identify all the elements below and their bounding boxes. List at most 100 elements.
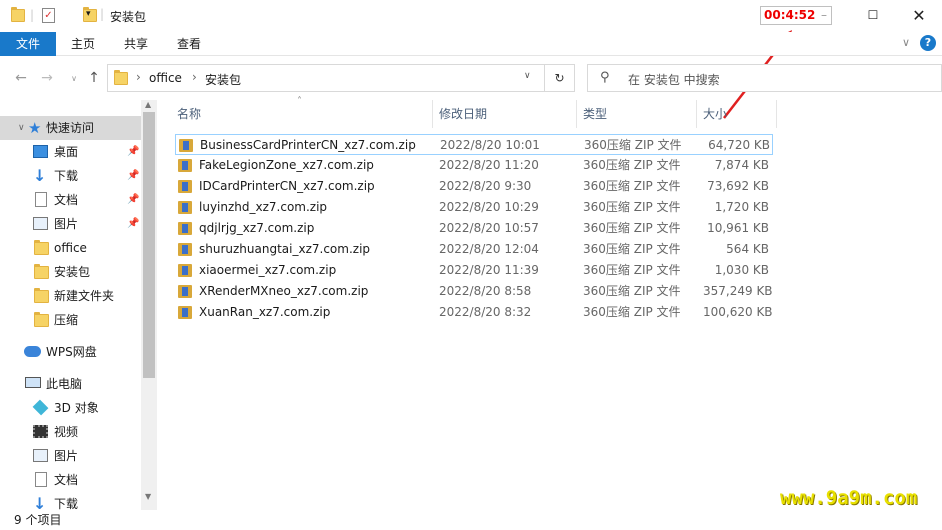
file-date: 2022/8/20 10:57 (439, 221, 539, 235)
cloud-icon (24, 346, 41, 357)
sidebar-item-this-pc[interactable]: 此电脑 (0, 372, 140, 396)
zip-file-icon (178, 264, 192, 277)
table-row[interactable]: XuanRan_xz7.com.zip 2022/8/20 8:32 360压缩 Z… (175, 302, 773, 323)
sidebar-item-compress[interactable]: 压缩 (0, 308, 140, 332)
item-count: 9 个项目 (14, 513, 62, 527)
tab-home[interactable]: 主页 (60, 32, 106, 56)
scrollbar-thumb[interactable] (143, 112, 155, 378)
sidebar-item-3d-objects[interactable]: 3D 对象 (0, 396, 140, 420)
tab-share[interactable]: 共享 (113, 32, 159, 56)
document-icon (35, 472, 47, 487)
back-button[interactable]: ← (10, 64, 32, 92)
file-type: 360压缩 ZIP 文件 (583, 242, 681, 256)
file-date: 2022/8/20 12:04 (439, 242, 539, 256)
table-row[interactable]: luyinzhd_xz7.com.zip 2022/8/20 10:29 360压缩… (175, 197, 773, 218)
address-dropdown-icon[interactable]: ∨ (524, 71, 531, 81)
table-row[interactable]: IDCardPrinterCN_xz7.com.zip 2022/8/20 9:3… (175, 176, 773, 197)
sidebar-item-documents-pc[interactable]: 文档 (0, 468, 140, 492)
sidebar-item-label: 快速访问 (46, 121, 95, 135)
status-bar: 9 个项目 (0, 510, 942, 530)
sidebar-item-quick-access[interactable]: ∨ ★ 快速访问 (0, 116, 141, 140)
chevron-down-icon[interactable]: ∨ (18, 116, 25, 140)
file-date: 2022/8/20 11:39 (439, 263, 539, 277)
scroll-up-icon[interactable]: ▲ (145, 100, 151, 109)
file-name: qdjlrjg_xz7.com.zip (199, 221, 315, 235)
sidebar-scrollbar[interactable]: ▲ ▼ (141, 100, 157, 510)
zip-file-icon (178, 285, 192, 298)
sidebar-item-office[interactable]: office (0, 236, 140, 260)
file-type: 360压缩 ZIP 文件 (583, 179, 681, 193)
folder-icon (114, 70, 128, 85)
recent-locations-button[interactable]: ∨ (63, 64, 85, 92)
sidebar-item-downloads[interactable]: ↓ 下载 📌 (0, 164, 140, 188)
column-date[interactable]: 修改日期 (419, 100, 563, 128)
sidebar-item-documents[interactable]: 文档 📌 (0, 188, 140, 212)
timer-dash-icon: – (821, 8, 827, 22)
file-name: IDCardPrinterCN_xz7.com.zip (199, 179, 375, 193)
folder-icon (34, 264, 49, 279)
column-name[interactable]: 名称 (157, 100, 433, 128)
picture-icon (33, 217, 48, 230)
file-size: 64,720 KB (708, 138, 770, 152)
search-placeholder[interactable]: 在 安装包 中搜索 (628, 71, 720, 88)
table-row[interactable]: qdjlrjg_xz7.com.zip 2022/8/20 10:57 360压缩 … (175, 218, 773, 239)
sidebar-item-downloads-pc[interactable]: ↓ 下载 (0, 492, 140, 510)
search-box[interactable]: ⚲ 在 安装包 中搜索 (587, 64, 942, 92)
address-bar[interactable]: › office › 安装包 ∨ (107, 64, 545, 92)
expand-ribbon-icon[interactable]: ∨ (902, 36, 910, 49)
column-size[interactable]: 大小 (683, 100, 777, 128)
tab-view[interactable]: 查看 (166, 32, 212, 56)
sidebar-item-label: 图片 (54, 217, 79, 231)
computer-icon (25, 377, 41, 388)
sidebar-item-label: 压缩 (54, 313, 79, 327)
table-row[interactable]: BusinessCardPrinterCN_xz7.com.zip 2022/8/… (175, 134, 773, 155)
help-icon[interactable]: ? (920, 35, 936, 51)
sidebar-item-desktop[interactable]: 桌面 📌 (0, 140, 140, 164)
refresh-button[interactable]: ↻ (545, 64, 575, 92)
picture-icon (33, 449, 48, 462)
sidebar-item-label: 安装包 (54, 265, 91, 279)
file-date: 2022/8/20 10:01 (440, 138, 540, 152)
chevron-right-icon: › (136, 70, 141, 84)
sidebar-item-label: 桌面 (54, 145, 79, 159)
up-button[interactable]: ↑ (83, 64, 105, 92)
maximize-button[interactable]: ☐ (850, 0, 896, 30)
column-headers: ˄ 名称 修改日期 类型 大小 (157, 96, 777, 128)
table-row[interactable]: xiaoermei_xz7.com.zip 2022/8/20 11:39 360压… (175, 260, 773, 281)
file-name: XRenderMXneo_xz7.com.zip (199, 284, 369, 298)
file-name: xiaoermei_xz7.com.zip (199, 263, 337, 277)
sidebar-item-new-folder[interactable]: 新建文件夹 (0, 284, 140, 308)
zip-file-icon (178, 201, 192, 214)
close-button[interactable]: ✕ (896, 0, 942, 30)
sidebar-item-pictures[interactable]: 图片 📌 (0, 212, 140, 236)
video-icon (33, 425, 48, 438)
table-row[interactable]: FakeLegionZone_xz7.com.zip 2022/8/20 11:2… (175, 155, 773, 176)
tab-file[interactable]: 文件 (0, 32, 56, 56)
sidebar-item-videos[interactable]: 视频 (0, 420, 140, 444)
sidebar-item-label: 此电脑 (46, 377, 83, 391)
navigation-pane: ∨ ★ 快速访问 桌面 📌 ↓ 下载 📌 文档 📌 图片 📌 office 安装… (0, 100, 157, 510)
file-date: 2022/8/20 8:58 (439, 284, 532, 298)
customize-toolbar-icon[interactable]: ▾ (86, 9, 91, 19)
column-divider[interactable] (776, 100, 777, 128)
sidebar-item-label: 新建文件夹 (54, 289, 115, 303)
folder-icon (34, 288, 49, 303)
watermark: www.9a9m.com (780, 487, 918, 509)
breadcrumb-office[interactable]: office (149, 71, 182, 85)
pin-icon: 📌 (127, 146, 140, 157)
sidebar-item-pictures-pc[interactable]: 图片 (0, 444, 140, 468)
table-row[interactable]: XRenderMXneo_xz7.com.zip 2022/8/20 8:58 36… (175, 281, 773, 302)
pin-icon: 📌 (127, 194, 140, 205)
ribbon: 文件 主页 共享 查看 ∨ ? (0, 32, 942, 56)
scroll-down-icon[interactable]: ▼ (145, 492, 151, 501)
separator: | (100, 7, 105, 21)
sidebar-item-installers[interactable]: 安装包 (0, 260, 140, 284)
forward-button[interactable]: → (36, 64, 58, 92)
breadcrumb-current[interactable]: 安装包 (205, 71, 241, 88)
file-type: 360压缩 ZIP 文件 (583, 284, 681, 298)
sidebar-item-wps-drive[interactable]: WPS网盘 (0, 340, 140, 364)
sidebar-item-label: 下载 (54, 497, 79, 510)
column-type[interactable]: 类型 (563, 100, 683, 128)
properties-icon[interactable]: ✓ (42, 8, 55, 23)
table-row[interactable]: shuruzhuangtai_xz7.com.zip 2022/8/20 12:0… (175, 239, 773, 260)
